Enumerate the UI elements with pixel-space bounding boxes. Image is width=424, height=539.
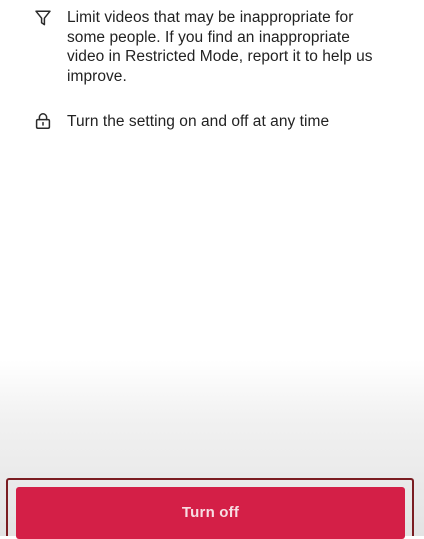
turn-off-button[interactable]: Turn off: [16, 487, 405, 539]
info-item-text: Limit videos that may be inappropriate f…: [67, 9, 373, 85]
lock-icon: [34, 112, 52, 130]
filter-icon: [34, 9, 52, 27]
info-item-text: Turn the setting on and off at any time: [67, 113, 330, 130]
